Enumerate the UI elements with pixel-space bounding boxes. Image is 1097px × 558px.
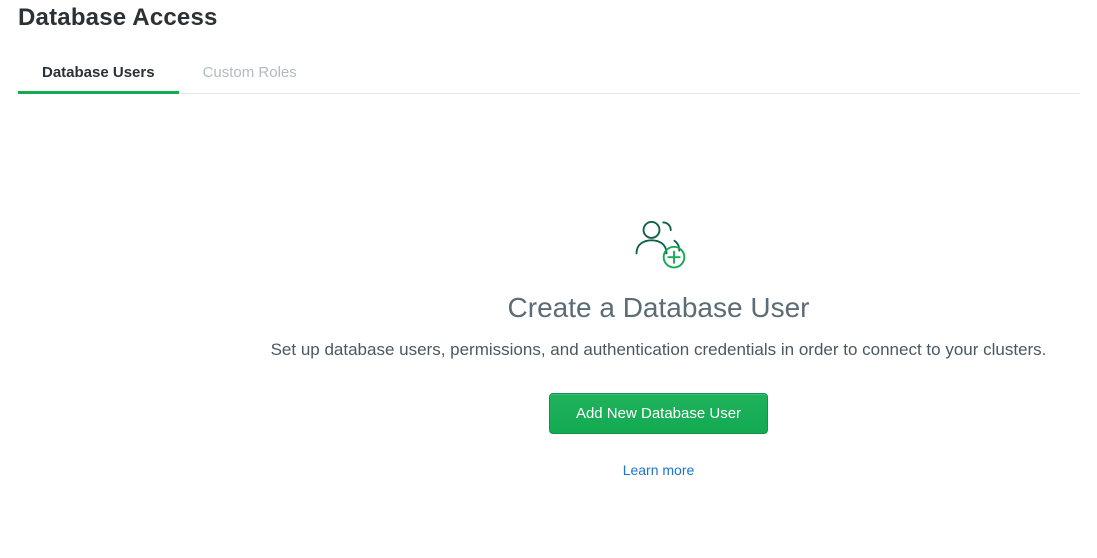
empty-state: Create a Database User Set up database u… [18,214,1079,478]
add-new-database-user-button[interactable]: Add New Database User [549,393,768,434]
tabs-bar: Database Users Custom Roles [18,54,1079,94]
empty-state-description: Set up database users, permissions, and … [271,338,1047,363]
empty-state-title: Create a Database User [508,292,810,324]
learn-more-link[interactable]: Learn more [623,462,695,478]
tab-custom-roles[interactable]: Custom Roles [203,54,297,93]
database-access-page: Database Access Database Users Custom Ro… [0,0,1097,478]
add-user-icon [629,214,689,274]
tab-database-users[interactable]: Database Users [42,54,155,93]
page-title: Database Access [18,4,1079,32]
